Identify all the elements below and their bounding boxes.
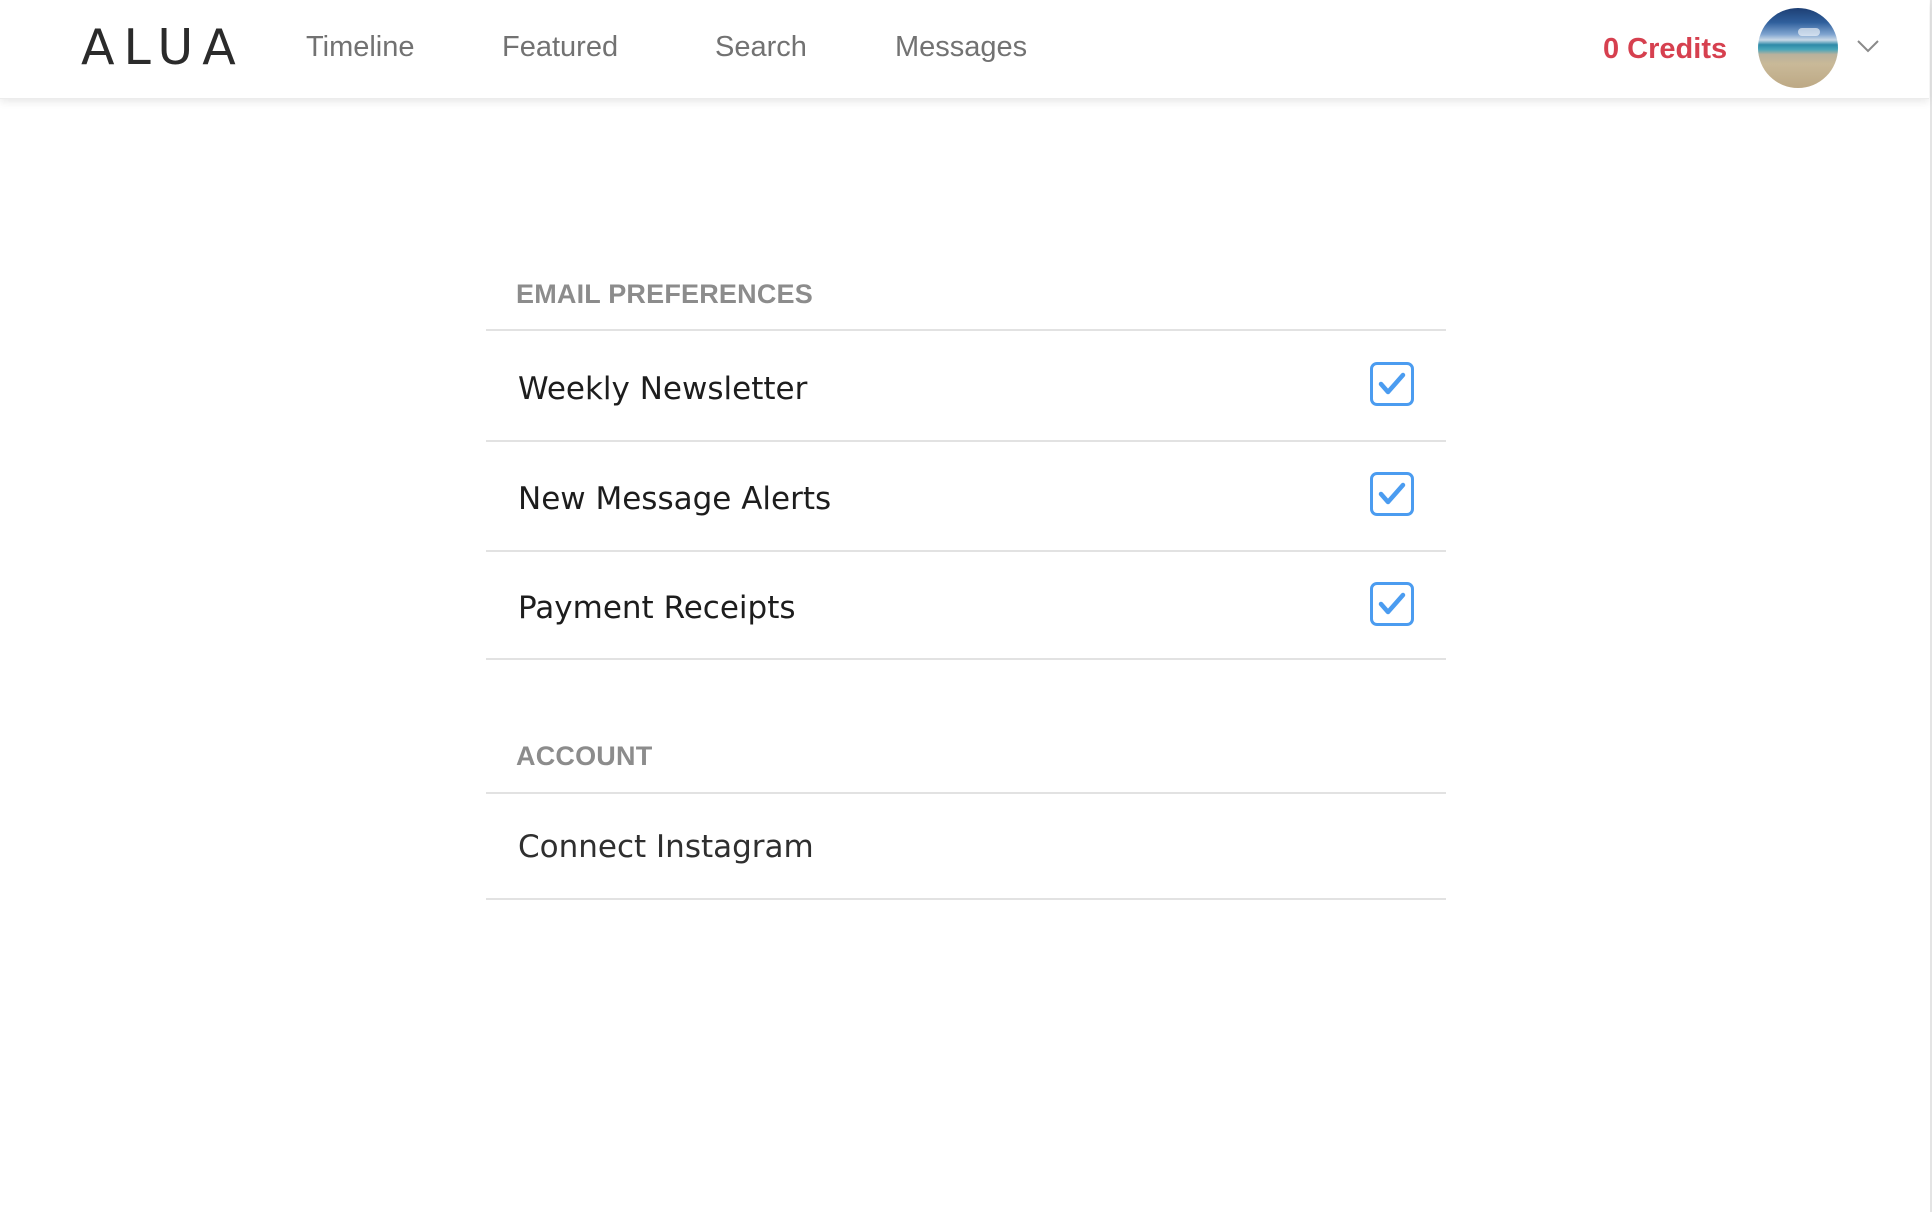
avatar-cloud-detail xyxy=(1798,28,1820,36)
divider xyxy=(486,440,1446,442)
checkmark-icon xyxy=(1378,482,1406,505)
account-heading: ACCOUNT xyxy=(516,741,653,771)
email-preferences-heading: EMAIL PREFERENCES xyxy=(516,279,813,309)
divider xyxy=(486,792,1446,794)
checkmark-icon xyxy=(1378,372,1406,395)
connect-instagram-link[interactable]: Connect Instagram xyxy=(518,828,814,866)
chevron-down-icon[interactable] xyxy=(1856,38,1880,54)
nav-featured[interactable]: Featured xyxy=(502,29,618,65)
user-avatar[interactable] xyxy=(1758,8,1838,88)
payment-receipts-label: Payment Receipts xyxy=(518,590,796,626)
new-message-alerts-label: New Message Alerts xyxy=(518,481,832,517)
divider xyxy=(486,329,1446,331)
payment-receipts-checkbox[interactable] xyxy=(1370,582,1414,626)
top-navigation-bar: ALUA Timeline Featured Search Messages 0… xyxy=(0,0,1929,99)
divider xyxy=(486,550,1446,552)
weekly-newsletter-checkbox[interactable] xyxy=(1370,362,1414,406)
weekly-newsletter-label: Weekly Newsletter xyxy=(518,371,808,407)
divider xyxy=(486,898,1446,900)
nav-messages[interactable]: Messages xyxy=(895,29,1027,65)
nav-search[interactable]: Search xyxy=(715,29,807,65)
divider xyxy=(486,658,1446,660)
alua-logo[interactable]: ALUA xyxy=(81,20,245,76)
checkmark-icon xyxy=(1378,592,1406,615)
settings-page: ALUA Timeline Featured Search Messages 0… xyxy=(0,0,1932,1212)
new-message-alerts-checkbox[interactable] xyxy=(1370,472,1414,516)
nav-timeline[interactable]: Timeline xyxy=(306,29,415,65)
credits-balance[interactable]: 0 Credits xyxy=(1603,31,1727,67)
